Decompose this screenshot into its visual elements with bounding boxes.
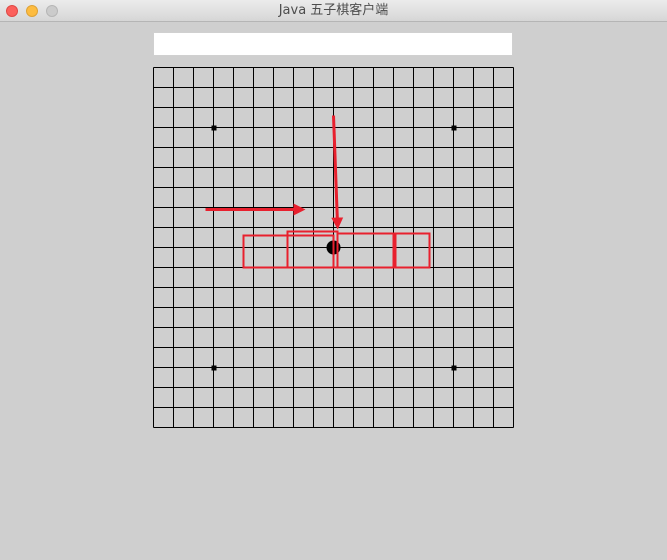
gomoku-board[interactable] [153,67,515,429]
board-canvas[interactable] [153,67,515,429]
app-window: Java 五子棋客户端 [0,0,667,560]
star-point [211,125,217,131]
star-point [211,365,217,371]
star-point [451,125,457,131]
highlight-box-4 [392,232,431,269]
highlight-box-3 [336,232,397,269]
message-field[interactable] [153,32,513,56]
star-point [451,365,457,371]
title-bar: Java 五子棋客户端 [0,0,667,22]
window-title: Java 五子棋客户端 [278,3,389,18]
